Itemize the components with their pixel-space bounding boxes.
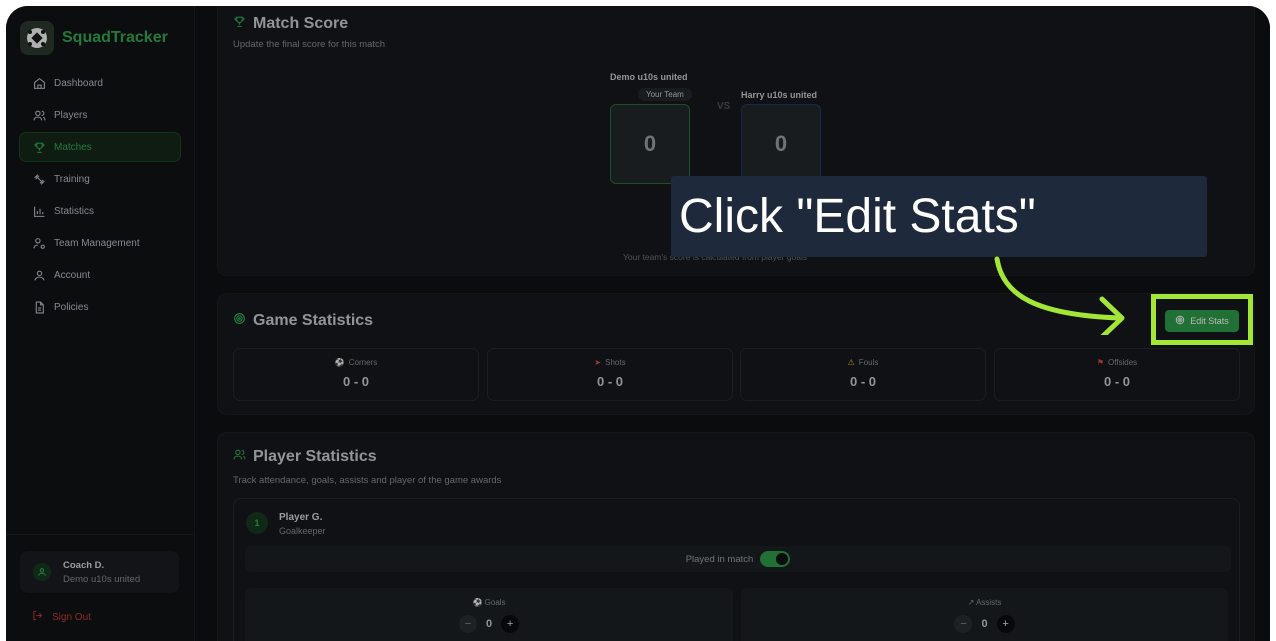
sidebar-item-label: Matches [54,141,92,153]
player-statistics-card: Player Statistics Track attendance, goal… [217,432,1255,641]
game-statistics-title: Game Statistics [253,312,374,329]
match-score-title: Match Score [253,15,349,32]
played-in-match-row: Played in match [245,546,1231,572]
trophy-icon [233,15,246,33]
user-icon [33,269,46,282]
sidebar-item-matches[interactable]: Matches [19,132,181,163]
brand-name: SquadTracker [62,29,168,46]
assists-label: Assists [976,598,1002,607]
sign-out-label: Sign Out [52,611,91,623]
user-team: Demo u10s united [63,573,141,585]
stat-label: Fouls [858,358,879,367]
document-icon [33,301,46,314]
player-row: 1 Player G. Goalkeeper Played in match ⚽… [233,498,1240,641]
stat-offsides: ⚑ Offsides 0 - 0 [994,348,1240,401]
bar-chart-icon [33,205,46,218]
football-icon: ⚽ [472,598,483,607]
game-statistics-heading: Game Statistics [233,312,373,330]
sidebar-nav: Dashboard Players Matches Training Stati… [19,68,181,325]
arrow-icon [994,256,1125,335]
stat-shots: ➤ Shots 0 - 0 [487,348,733,401]
user-avatar-icon [33,563,51,581]
sidebar-item-account[interactable]: Account [19,261,181,291]
home-score-input[interactable]: 0 [610,104,690,184]
stat-fouls: ⚠ Fouls 0 - 0 [740,348,986,401]
sidebar-item-label: Players [54,109,88,121]
stat-label: Shots [605,358,626,367]
sidebar-item-label: Training [54,173,90,185]
target-icon: ➤ [594,358,602,367]
sidebar: SquadTracker Dashboard Players Matches T… [6,6,195,641]
player-position: Goalkeeper [279,526,326,536]
sign-out-button[interactable]: Sign Out [32,610,91,624]
stat-value: 0 - 0 [1103,374,1130,389]
trend-up-icon: ↗ [967,598,975,607]
soccer-ball-icon [20,21,54,55]
player-name: Player G. [279,512,323,523]
sidebar-item-players[interactable]: Players [19,100,181,130]
warning-icon: ⚠ [847,358,855,367]
assists-decrement-button[interactable]: − [954,615,973,633]
stat-value: 0 - 0 [596,374,623,389]
played-in-match-label: Played in match [685,553,754,565]
player-statistics-heading: Player Statistics [233,448,377,466]
goals-label: Goals [484,598,506,607]
stat-label: Offsides [1107,358,1138,367]
stat-corners: ⚽ Corners 0 - 0 [233,348,479,401]
sidebar-item-label: Team Management [54,237,140,249]
assists-value: 0 [981,618,988,630]
home-team-badge: Your Team [638,88,692,101]
sidebar-item-label: Dashboard [54,77,103,89]
sidebar-item-dashboard[interactable]: Dashboard [19,68,181,98]
users-icon [233,448,246,466]
player-number: 1 [246,512,268,534]
sidebar-item-statistics[interactable]: Statistics [19,196,181,226]
away-team-name: Harry u10s united [741,90,818,100]
user-cog-icon [33,237,46,250]
user-profile-card[interactable]: Coach D. Demo u10s united [20,551,179,593]
sidebar-divider [6,534,195,535]
target-icon [233,312,246,330]
sidebar-item-label: Policies [54,302,89,314]
played-in-match-toggle[interactable] [760,551,791,567]
stat-value: 0 - 0 [342,374,369,389]
player-statistics-title: Player Statistics [253,448,377,465]
goals-counter: ⚽ Goals − 0 + [245,588,733,641]
trophy-icon [33,141,46,154]
sign-out-icon [32,610,43,624]
users-icon [33,109,46,122]
stat-label: Corners [348,358,378,367]
football-icon: ⚽ [334,358,345,367]
sidebar-item-label: Statistics [54,205,95,217]
dumbbell-icon [33,173,46,186]
goals-value: 0 [485,618,493,630]
sidebar-item-policies[interactable]: Policies [19,293,181,323]
home-icon [33,77,46,90]
goals-increment-button[interactable]: + [501,615,520,633]
sidebar-item-label: Account [54,270,91,282]
instruction-tooltip: Click "Edit Stats" [671,176,1207,257]
match-score-subtitle: Update the final score for this match [233,39,386,50]
sidebar-item-training[interactable]: Training [19,164,181,194]
brand[interactable]: SquadTracker [20,21,168,55]
goals-decrement-button[interactable]: − [458,615,477,633]
home-team-name: Demo u10s united [610,72,688,82]
assists-increment-button[interactable]: + [996,615,1015,633]
flag-icon: ⚑ [1096,358,1104,367]
stat-value: 0 - 0 [849,374,876,389]
match-score-heading: Match Score [233,15,348,33]
user-name: Coach D. [63,559,105,571]
assists-counter: ↗ Assists − 0 + [741,588,1228,641]
vs-label: VS [717,101,731,112]
away-score-input[interactable]: 0 [741,104,821,184]
sidebar-item-team-management[interactable]: Team Management [19,228,181,258]
player-statistics-subtitle: Track attendance, goals, assists and pla… [233,475,502,486]
edit-stats-highlight [1151,294,1253,345]
